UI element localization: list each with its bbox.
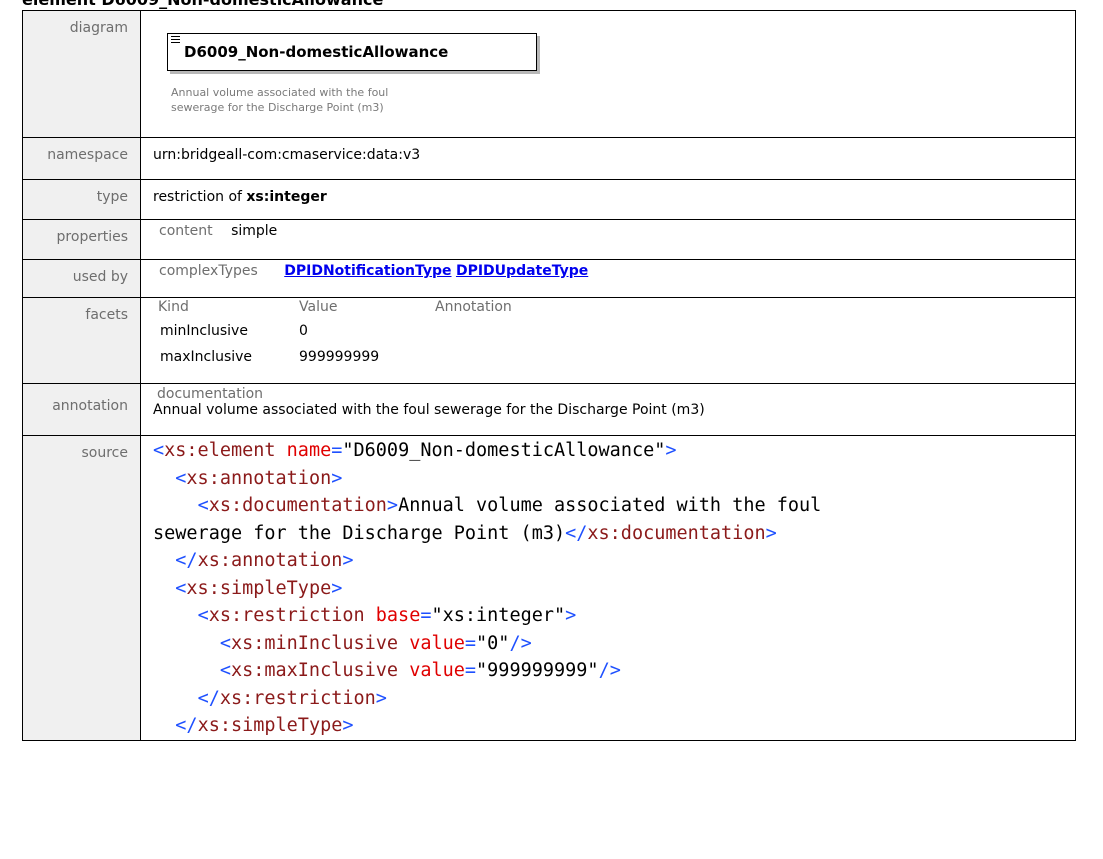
code-text: Annual volume associated with the foul bbox=[398, 495, 822, 516]
used-by-key: complexTypes bbox=[159, 263, 258, 279]
properties-cell: content simple bbox=[140, 219, 1076, 260]
namespace-value: urn:bridgeall-com:cmaservice:data:v3 bbox=[140, 137, 1076, 180]
code-tag: xs:simpleType bbox=[197, 715, 343, 736]
facets-cell: Kind Value Annotation minInclusive 0 max… bbox=[140, 297, 1076, 384]
row-facets: facets Kind Value Annotation minInclusiv… bbox=[22, 297, 1076, 384]
type-prefix: restriction of bbox=[153, 189, 242, 205]
used-by-cell: complexTypes DPIDNotificationType DPIDUp… bbox=[140, 259, 1076, 298]
label-facets: facets bbox=[22, 297, 141, 384]
label-annotation: annotation bbox=[22, 383, 141, 436]
diagram-description: Annual volume associated with the foul s… bbox=[171, 86, 389, 114]
element-doc-table: diagram D6009_Non-domesticAllowance Annu… bbox=[22, 10, 1076, 741]
facet-header-kind: Kind bbox=[158, 299, 189, 315]
code-tag: xs:annotation bbox=[186, 467, 332, 489]
link-dpid-update-type[interactable]: DPIDUpdateType bbox=[456, 263, 588, 279]
code-attr: value bbox=[409, 660, 465, 681]
code-attr-value: "D6009_Non-domesticAllowance" bbox=[342, 440, 666, 461]
label-used-by: used by bbox=[22, 259, 141, 298]
annotation-key: documentation bbox=[157, 386, 264, 402]
annotation-cell: documentation Annual volume associated w… bbox=[140, 383, 1076, 436]
code-tag: xs:restriction bbox=[208, 605, 365, 626]
facets-header: Kind Value Annotation bbox=[154, 299, 1075, 315]
source-code: <xs:element name="D6009_Non-domesticAllo… bbox=[153, 440, 822, 736]
page-heading: element D6009_Non-domesticAllowance bbox=[22, 0, 383, 10]
link-dpid-notification-type[interactable]: DPIDNotificationType bbox=[284, 263, 451, 279]
code-attr: base bbox=[375, 605, 421, 626]
facet-row: minInclusive 0 bbox=[154, 323, 1075, 339]
label-properties: properties bbox=[22, 219, 141, 260]
row-namespace: namespace urn:bridgeall-com:cmaservice:d… bbox=[22, 137, 1076, 180]
code-tag: xs:restriction bbox=[219, 687, 376, 709]
label-diagram: diagram bbox=[22, 10, 141, 138]
diagram-element-name: D6009_Non-domesticAllowance bbox=[184, 43, 449, 61]
facet-value: 0 bbox=[299, 323, 308, 339]
facet-row: maxInclusive 999999999 bbox=[154, 349, 1075, 365]
properties-key: content bbox=[159, 223, 213, 239]
facet-kind: maxInclusive bbox=[160, 349, 253, 365]
code-tag: xs:element bbox=[164, 440, 276, 461]
diagram-cell: D6009_Non-domesticAllowance Annual volum… bbox=[140, 10, 1076, 138]
type-cell: restriction of xs:integer bbox=[140, 179, 1076, 220]
code-tag: xs:simpleType bbox=[186, 577, 332, 599]
source-cell: <xs:element name="D6009_Non-domesticAllo… bbox=[140, 435, 1076, 741]
code-tag: xs:maxInclusive bbox=[230, 660, 399, 681]
diagram-element-box[interactable]: D6009_Non-domesticAllowance bbox=[167, 33, 537, 71]
row-used-by: used by complexTypes DPIDNotificationTyp… bbox=[22, 259, 1076, 298]
row-properties: properties content simple bbox=[22, 219, 1076, 260]
code-attr: value bbox=[409, 632, 465, 654]
facet-header-value: Value bbox=[299, 299, 338, 315]
label-type: type bbox=[22, 179, 141, 220]
code-tag: xs:documentation bbox=[208, 495, 387, 516]
facet-kind: minInclusive bbox=[160, 323, 248, 339]
code-attr-value: "999999999" bbox=[476, 660, 599, 681]
code-attr-value: "xs:integer" bbox=[431, 605, 566, 626]
label-source: source bbox=[22, 435, 141, 741]
properties-value: simple bbox=[231, 223, 278, 239]
facet-header-annotation: Annotation bbox=[435, 299, 512, 315]
facet-value: 999999999 bbox=[299, 349, 380, 365]
code-tag: xs:documentation bbox=[587, 522, 766, 544]
type-base: xs:integer bbox=[246, 189, 327, 205]
row-annotation: annotation documentation Annual volume a… bbox=[22, 383, 1076, 436]
row-type: type restriction of xs:integer bbox=[22, 179, 1076, 220]
code-attr: name bbox=[286, 440, 332, 461]
label-namespace: namespace bbox=[22, 137, 141, 180]
annotation-value: Annual volume associated with the foul s… bbox=[153, 402, 705, 418]
row-diagram: diagram D6009_Non-domesticAllowance Annu… bbox=[22, 10, 1076, 138]
code-text: sewerage for the Discharge Point (m3) bbox=[153, 522, 566, 544]
element-lines-icon bbox=[171, 36, 180, 45]
row-source: source <xs:element name="D6009_Non-domes… bbox=[22, 435, 1076, 741]
code-tag: xs:minInclusive bbox=[230, 632, 399, 654]
code-attr-value: "0" bbox=[476, 632, 510, 654]
code-tag: xs:annotation bbox=[197, 550, 343, 571]
